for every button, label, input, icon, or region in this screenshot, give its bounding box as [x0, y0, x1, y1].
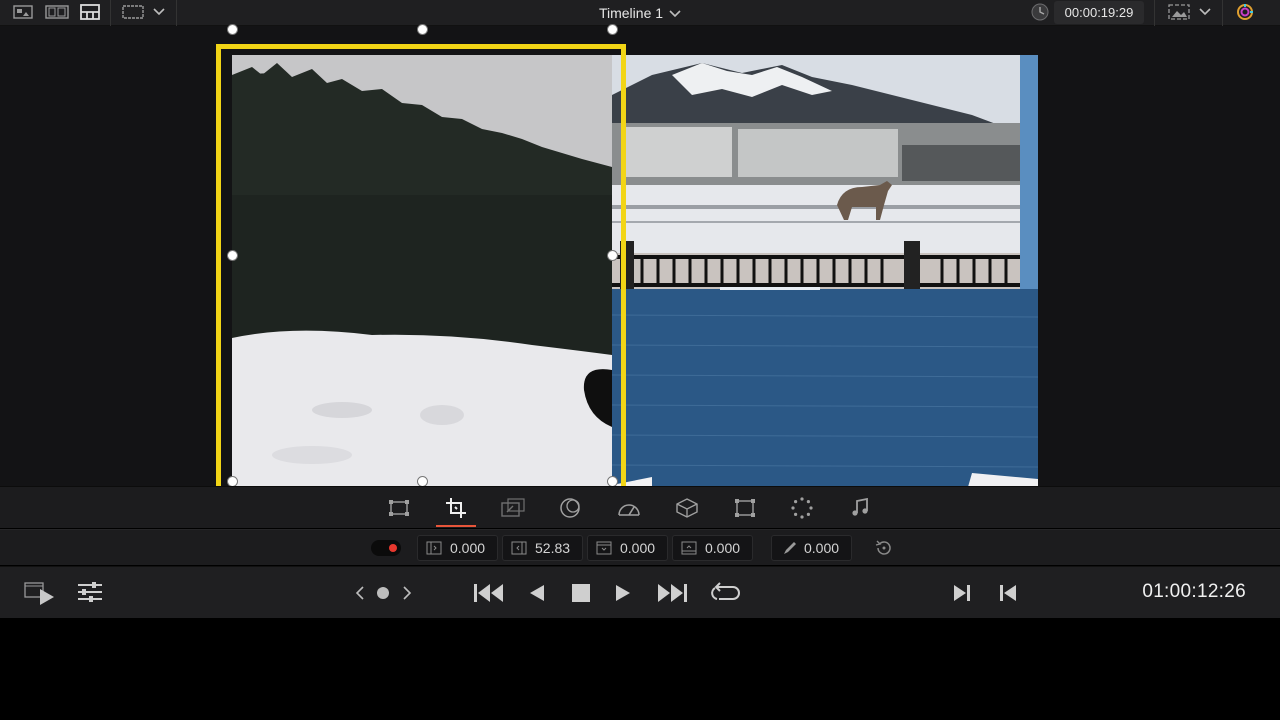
add-keyframe-icon[interactable] — [375, 584, 391, 602]
reset-icon[interactable] — [874, 538, 894, 558]
speedometer-icon[interactable] — [616, 495, 642, 521]
softness-value: 0.000 — [804, 540, 840, 556]
playhead-timecode[interactable]: 01:00:12:26 — [1120, 581, 1270, 605]
crop-bottom-icon — [679, 540, 699, 556]
play-icon[interactable] — [612, 581, 634, 605]
timeline-title: Timeline 1 — [598, 5, 664, 21]
music-note-icon[interactable] — [847, 495, 873, 521]
clip-preview-lake — [612, 55, 1038, 508]
chevron-down-icon — [669, 5, 681, 21]
transform-icon[interactable] — [386, 495, 412, 521]
play-reverse-icon[interactable] — [526, 581, 548, 605]
jump-to-end-icon[interactable] — [655, 581, 689, 605]
clip-selection-frame[interactable] — [216, 44, 626, 524]
keyframe-dot-icon — [389, 544, 397, 552]
crop-left-field[interactable]: 0.000 — [417, 535, 498, 561]
previous-edit-icon[interactable] — [949, 581, 973, 605]
onscreen-controls-toolbar — [0, 486, 1280, 528]
softness-field[interactable]: 0.000 — [771, 535, 852, 561]
crop-right-value: 52.83 — [535, 540, 571, 556]
crop-parameters-bar: 0.000 52.83 0.000 0.000 0.000 — [0, 529, 1280, 565]
crop-top-field[interactable]: 0.000 — [587, 535, 668, 561]
viewer-single-icon[interactable] — [12, 3, 34, 21]
source-timecode[interactable]: 00:00:19:29 — [1054, 1, 1144, 24]
viewer-canvas[interactable] — [0, 24, 1280, 524]
loop-icon[interactable] — [708, 581, 742, 605]
crop-bottom-field[interactable]: 0.000 — [672, 535, 753, 561]
previous-keyframe-icon[interactable] — [352, 583, 368, 603]
crop-icon[interactable] — [443, 495, 469, 521]
image-overlay-icon[interactable] — [1166, 3, 1192, 21]
lens-correction-icon[interactable] — [732, 495, 758, 521]
stabilization-icon[interactable] — [674, 495, 700, 521]
color-wheel-icon[interactable] — [1233, 3, 1257, 21]
next-keyframe-icon[interactable] — [399, 583, 415, 603]
sliders-settings-icon[interactable] — [76, 580, 104, 604]
transport-controls: 01:00:12:26 — [0, 566, 1280, 618]
crop-right-field[interactable]: 52.83 — [502, 535, 583, 561]
crop-top-value: 0.000 — [620, 540, 656, 556]
timeline-selector[interactable]: Timeline 1 — [560, 0, 720, 26]
chevron-down-icon[interactable] — [1197, 3, 1213, 21]
composite-icon[interactable] — [557, 495, 583, 521]
crop-top-icon — [594, 540, 614, 556]
smart-reframe-icon[interactable] — [789, 495, 815, 521]
chevron-down-icon[interactable] — [151, 3, 167, 21]
crop-right-icon — [509, 540, 529, 556]
dynamic-zoom-icon[interactable] — [500, 495, 526, 521]
crop-handle-top[interactable] — [417, 24, 428, 35]
jump-to-start-icon[interactable] — [472, 581, 506, 605]
softness-brush-icon — [778, 540, 798, 556]
next-edit-icon[interactable] — [996, 581, 1020, 605]
clock-icon[interactable] — [1029, 3, 1051, 21]
viewer-topbar: Timeline 1 00:00:19:29 — [0, 0, 1280, 26]
window-frame-icon[interactable] — [121, 3, 145, 21]
crop-left-icon — [424, 540, 444, 556]
crop-handle-right[interactable] — [607, 250, 618, 261]
viewer-compare-icon[interactable] — [44, 3, 70, 21]
keyframe-toggle[interactable] — [371, 540, 401, 556]
stop-icon[interactable] — [569, 581, 593, 605]
clip-playback-icon[interactable] — [22, 579, 56, 605]
crop-handle-left[interactable] — [227, 250, 238, 261]
crop-bottom-value: 0.000 — [705, 540, 741, 556]
crop-handle-top-right[interactable] — [607, 24, 618, 35]
crop-left-value: 0.000 — [450, 540, 486, 556]
crop-handle-top-left[interactable] — [227, 24, 238, 35]
active-tool-indicator — [436, 525, 476, 527]
viewer-grid-icon[interactable] — [79, 3, 101, 21]
empty-area — [0, 618, 1280, 720]
